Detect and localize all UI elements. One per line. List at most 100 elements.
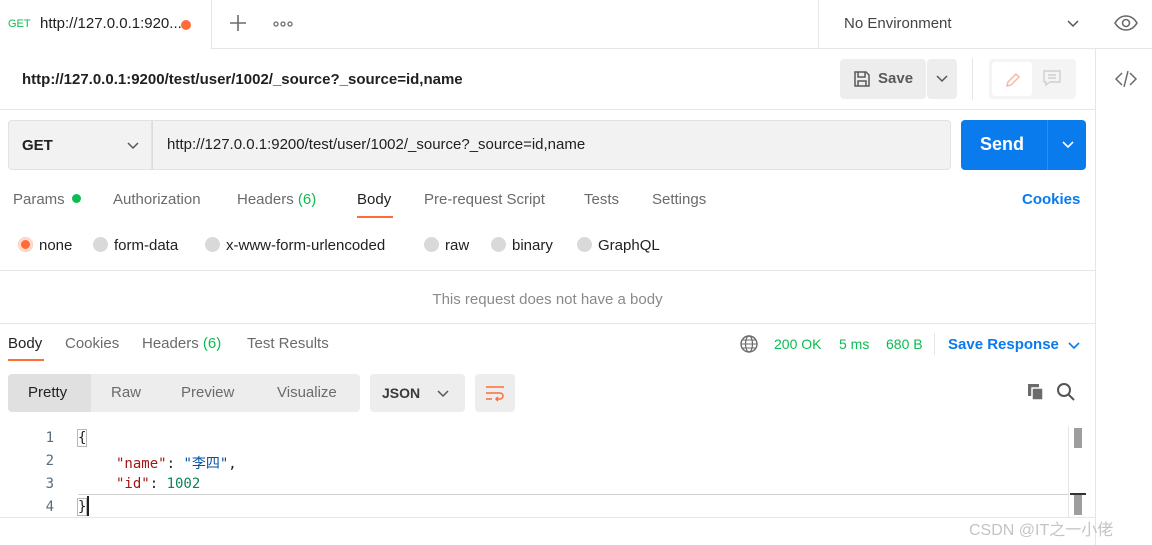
radio-binary-label: binary — [512, 237, 553, 254]
line-number: 4 — [45, 499, 54, 515]
divider — [934, 333, 935, 355]
response-tab-body-label: Body — [8, 335, 43, 352]
divider — [0, 517, 1095, 518]
radio-form-data-label: form-data — [114, 237, 179, 254]
response-tab-test-results-label: Test Results — [247, 335, 329, 352]
active-line-border — [78, 494, 1068, 495]
environment-label: No Environment — [844, 15, 952, 32]
view-mode-visualize[interactable]: Visualize — [277, 384, 337, 401]
response-tab-headers-count: (6) — [202, 335, 222, 352]
method-label: GET — [22, 137, 53, 154]
tab-pre-request-script[interactable]: Pre-request Script — [424, 191, 545, 208]
radio-none[interactable]: none — [18, 237, 72, 254]
wrap-lines-button[interactable] — [475, 374, 515, 412]
chevron-down-icon — [1062, 141, 1074, 149]
no-body-message: This request does not have a body — [432, 291, 663, 308]
tab-authorization-label: Authorization — [113, 191, 201, 208]
unsaved-dot-icon — [181, 20, 191, 30]
view-mode-preview[interactable]: Preview — [181, 384, 234, 401]
text-caret — [87, 496, 89, 516]
view-mode-pretty[interactable]: Pretty — [8, 374, 91, 412]
search-icon[interactable] — [1056, 382, 1076, 402]
active-tab-indicator — [8, 359, 44, 361]
copy-icon[interactable] — [1026, 382, 1046, 402]
tab-settings-label: Settings — [652, 191, 707, 208]
scrollbar-thumb[interactable] — [1074, 428, 1082, 448]
tab-tests[interactable]: Tests — [584, 191, 619, 208]
json-open-brace: { — [76, 429, 88, 447]
response-tab-cookies[interactable]: Cookies — [65, 335, 119, 352]
edit-toggle-group — [989, 59, 1076, 99]
params-active-dot — [71, 194, 81, 203]
tab-body[interactable]: Body — [357, 191, 391, 208]
radio-binary[interactable]: binary — [491, 237, 553, 254]
response-size[interactable]: 680 B — [886, 336, 923, 352]
response-tab-test-results[interactable]: Test Results — [247, 335, 329, 352]
pencil-icon — [1005, 72, 1021, 88]
radio-selected-icon — [18, 237, 33, 252]
tab-authorization[interactable]: Authorization — [113, 191, 201, 208]
radio-icon — [424, 237, 439, 252]
line-number: 2 — [45, 453, 54, 469]
response-tab-headers-label: Headers — [142, 335, 199, 352]
right-sidebar — [1095, 49, 1152, 545]
view-mode-tabs: Pretty Raw Preview Visualize — [8, 374, 360, 412]
scrollbar-marker — [1070, 493, 1086, 515]
tab-headers-count: (6) — [297, 191, 317, 208]
save-icon — [854, 71, 870, 87]
response-tab-headers[interactable]: Headers (6) — [142, 335, 221, 352]
plus-icon[interactable] — [226, 11, 250, 35]
save-button[interactable]: Save — [840, 59, 926, 99]
save-dropdown-button[interactable] — [927, 59, 957, 99]
environment-select[interactable]: No Environment — [818, 0, 1094, 49]
code-icon[interactable] — [1114, 68, 1138, 90]
line-number: 3 — [45, 476, 54, 492]
divider — [0, 323, 1095, 324]
cookies-link[interactable]: Cookies — [1022, 191, 1080, 208]
json-string-value: "李四" — [183, 456, 229, 472]
save-response-label: Save Response — [948, 336, 1059, 353]
comment-icon[interactable] — [1042, 69, 1062, 87]
request-title[interactable]: http://127.0.0.1:9200/test/user/1002/_so… — [22, 71, 463, 88]
response-tab-cookies-label: Cookies — [65, 335, 120, 352]
editor-scroll-track — [1068, 426, 1069, 518]
view-mode-raw[interactable]: Raw — [111, 384, 141, 401]
send-dropdown-button[interactable] — [1047, 120, 1086, 170]
chevron-down-icon — [1067, 20, 1079, 28]
edit-mode-button[interactable] — [992, 62, 1032, 96]
format-select[interactable]: JSON — [370, 374, 465, 412]
radio-raw[interactable]: raw — [424, 237, 469, 254]
radio-form-data[interactable]: form-data — [93, 237, 178, 254]
request-tab[interactable]: GET http://127.0.0.1:920... — [0, 0, 212, 49]
more-icon[interactable] — [271, 14, 295, 34]
tab-settings[interactable]: Settings — [652, 191, 706, 208]
url-input[interactable]: http://127.0.0.1:9200/test/user/1002/_so… — [152, 120, 951, 170]
tab-params[interactable]: Params — [13, 191, 81, 208]
radio-icon — [577, 237, 592, 252]
tab-params-label: Params — [13, 191, 65, 208]
view-mode-pretty-label: Pretty — [28, 384, 68, 401]
radio-icon — [491, 237, 506, 252]
status-code[interactable]: 200 OK — [774, 336, 821, 352]
save-response-button[interactable]: Save Response — [948, 336, 1080, 353]
response-time[interactable]: 5 ms — [839, 336, 869, 352]
tab-pre-request-label: Pre-request Script — [424, 191, 545, 208]
tab-body-label: Body — [357, 191, 392, 208]
divider — [972, 58, 973, 100]
response-tab-body[interactable]: Body — [8, 335, 42, 352]
radio-graphql[interactable]: GraphQL — [577, 237, 660, 254]
radio-urlencoded-label: x-www-form-urlencoded — [226, 237, 386, 254]
chevron-down-icon — [1068, 342, 1080, 350]
send-button[interactable]: Send — [961, 120, 1047, 170]
radio-urlencoded[interactable]: x-www-form-urlencoded — [205, 237, 385, 254]
globe-icon[interactable] — [739, 334, 759, 354]
send-label: Send — [980, 134, 1025, 154]
wrap-icon — [486, 386, 504, 402]
response-body-editor[interactable]: 1 2 3 4 { "name": "李四", "id": 1002 } — [0, 426, 1070, 518]
method-select[interactable]: GET — [8, 120, 152, 170]
json-line: "id": 1002 — [116, 476, 201, 492]
tab-headers[interactable]: Headers (6) — [237, 191, 316, 208]
chevron-down-icon — [127, 142, 139, 150]
eye-icon[interactable] — [1113, 12, 1139, 34]
chevron-down-icon — [437, 390, 449, 398]
